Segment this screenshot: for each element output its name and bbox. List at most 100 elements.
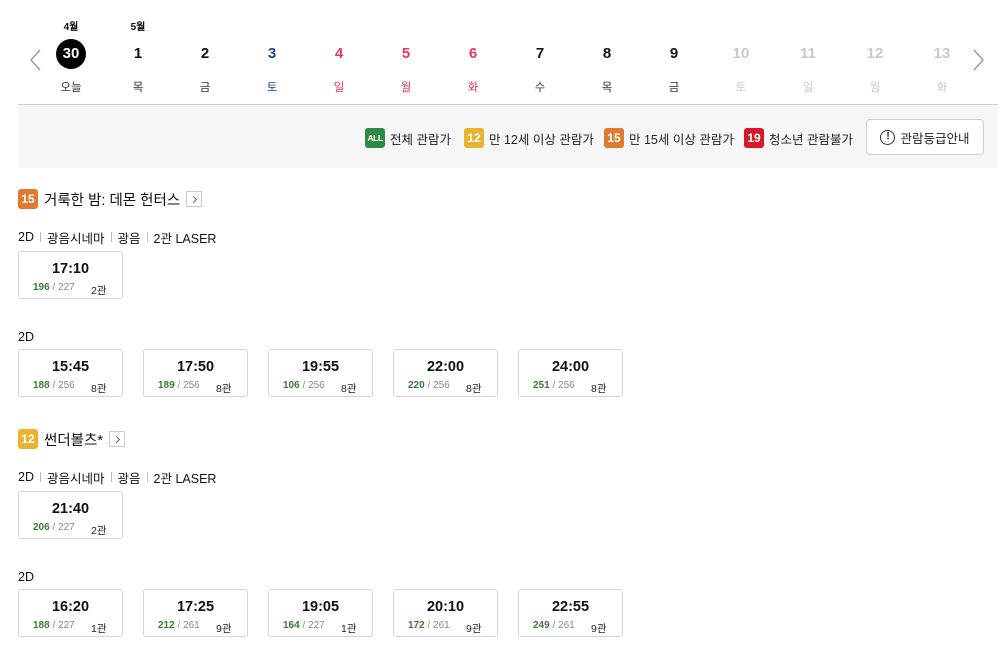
rating-guide-button[interactable]: ! 관람등급안내 [866,119,984,155]
format-tag: 광음 [117,471,141,486]
date-item[interactable]: 7 수 [520,0,560,100]
hall-label: 8관 [216,383,232,395]
format-label: 2D [18,230,34,244]
seats-total: / 261 [427,620,450,631]
date-month [855,18,895,32]
date-item[interactable]: 4월 30 오늘 [51,0,91,100]
date-month [520,18,560,32]
movie-title-link[interactable]: 15 거룩한 밤: 데몬 헌터스 [18,188,203,210]
date-weekday: 화 [467,82,479,94]
date-item[interactable]: 3 토 [252,0,292,100]
hall-label: 8관 [91,383,107,395]
date-month [788,18,828,32]
seats-remaining: 172 [408,620,425,631]
date-item[interactable]: 2 금 [185,0,225,100]
date-day: 6 [468,45,478,62]
hall-label: 9관 [216,623,232,635]
showtime-slot[interactable]: 17:10 196 / 227 2관 [18,251,123,299]
seat-count: 172 / 261 [408,620,450,631]
seat-count: 220 / 256 [408,380,450,391]
seats-total: / 227 [52,522,75,533]
legend-label: 전체 관람가 [390,132,451,147]
date-item[interactable]: 5월 1 목 [118,0,158,100]
date-item[interactable]: 4 일 [319,0,359,100]
rating-15-icon: 15 [604,128,624,148]
movie-title-link[interactable]: 12 썬더볼츠* [18,428,126,450]
format-tag: 광음 [117,231,141,246]
date-month [185,18,225,32]
prev-dates-button[interactable] [28,48,44,72]
showtime-slot[interactable]: 16:20 188 / 227 1관 [18,589,123,637]
hall-label: 8관 [466,383,482,395]
date-item[interactable]: 12 월 [855,0,895,100]
date-item[interactable]: 6 화 [453,0,493,100]
date-weekday: 일 [802,82,814,94]
showtime-slot[interactable]: 22:55 249 / 261 9관 [518,589,623,637]
rating-19-icon: 19 [744,128,764,148]
date-day: 10 [732,45,750,62]
date-day: 13 [933,45,951,62]
seats-remaining: 188 [33,620,50,631]
date-weekday: 금 [668,82,680,94]
format-label: 2D [18,570,34,584]
showtime-slot[interactable]: 22:00 220 / 256 8관 [393,349,498,397]
seat-count: 106 / 256 [283,380,325,391]
chevron-right-small-icon[interactable] [109,431,126,447]
showtime-slot[interactable]: 19:55 106 / 256 8관 [268,349,373,397]
date-item[interactable]: 5 월 [386,0,426,100]
date-month [721,18,761,32]
date-item[interactable]: 9 금 [654,0,694,100]
seat-count: 188 / 256 [33,380,75,391]
showtime: 19:55 [301,359,340,375]
seats-total: / 256 [427,380,450,391]
showtime-slot[interactable]: 21:40 206 / 227 2관 [18,491,123,539]
hall-label: 1관 [341,623,357,635]
format-label: 2D [18,330,34,344]
seats-remaining: 164 [283,620,300,631]
chevron-right-small-icon[interactable] [186,191,203,207]
date-day: 11 [800,45,816,62]
date-item[interactable]: 10 토 [721,0,761,100]
date-item[interactable]: 11 일 [788,0,828,100]
seat-count: 212 / 261 [158,620,200,631]
seats-remaining: 189 [158,380,175,391]
date-month [319,18,359,32]
showtime: 17:10 [51,261,90,277]
showtime-slot[interactable]: 24:00 251 / 256 8관 [518,349,623,397]
date-month [587,18,627,32]
showtime: 15:45 [51,359,90,375]
format-tag: 광음시네마 [46,231,105,246]
showtime-slot[interactable]: 19:05 164 / 227 1관 [268,589,373,637]
seat-count: 196 / 227 [33,282,75,293]
showtime: 22:00 [426,359,465,375]
date-day: 2 [200,45,210,62]
rating-15-icon: 15 [18,189,38,209]
showtime-slot[interactable]: 17:50 189 / 256 8관 [143,349,248,397]
legend-19: 19 청소년 관람불가 [744,127,853,149]
showtime: 22:55 [551,599,590,615]
date-item[interactable]: 13 화 [922,0,962,100]
date-month: 4월 [63,22,79,33]
date-weekday: 토 [735,82,747,94]
next-dates-button[interactable] [970,48,986,72]
date-month [386,18,426,32]
screen-format: 2D 광음시네마 광음 2관 LASER [18,229,216,246]
showtime-slot[interactable]: 20:10 172 / 261 9관 [393,589,498,637]
rating-12-icon: 12 [464,128,484,148]
movie-title: 거룩한 밤: 데몬 헌터스 [44,192,181,209]
seats-remaining: 251 [533,380,550,391]
date-weekday: 목 [132,82,144,94]
seat-count: 206 / 227 [33,522,75,533]
date-day: 7 [535,45,545,62]
seat-count: 164 / 227 [283,620,325,631]
seats-remaining: 249 [533,620,550,631]
chevron-left-icon [30,49,41,71]
showtime-slot[interactable]: 17:25 212 / 261 9관 [143,589,248,637]
format-label: 2D [18,470,34,484]
date-item[interactable]: 8 목 [587,0,627,100]
showtime: 16:20 [51,599,90,615]
hall-label: 2관 [91,285,107,297]
seats-total: / 256 [52,380,75,391]
seats-remaining: 196 [33,282,50,293]
showtime-slot[interactable]: 15:45 188 / 256 8관 [18,349,123,397]
